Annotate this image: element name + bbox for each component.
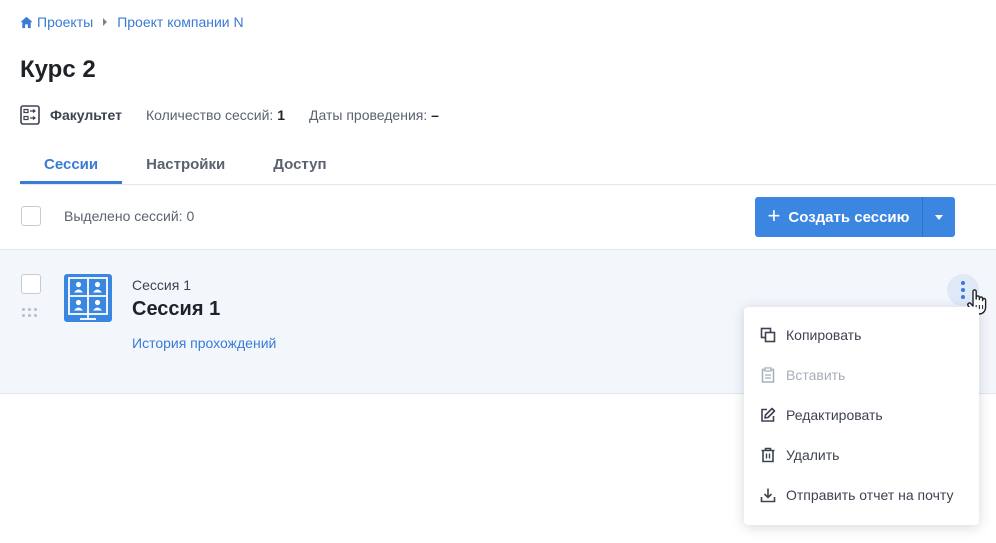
tabs: Сессии Настройки Доступ <box>20 150 996 185</box>
course-meta: Факультет Количество сессий: 1 Даты пров… <box>20 104 463 126</box>
session-thumbnail <box>64 274 112 322</box>
sessions-count-label: Количество сессий: <box>145 107 274 123</box>
event-dates-label: Даты проведения: <box>309 107 428 123</box>
create-session-label: Создать сессию <box>788 208 910 226</box>
sessions-count-value: 1 <box>277 107 286 123</box>
download-icon <box>760 488 776 503</box>
paste-icon <box>761 367 775 383</box>
context-menu: Копировать Вставить Редактировать Удалит… <box>744 307 979 525</box>
select-all-checkbox[interactable] <box>21 206 41 226</box>
breadcrumb-projects-label: Проекты <box>37 14 94 30</box>
session-name[interactable]: Сессия 1 <box>132 298 220 321</box>
session-subtitle: Сессия 1 <box>132 277 191 293</box>
faculty-info: Факультет <box>20 105 122 125</box>
create-session-button-group: + Создать сессию <box>755 197 955 237</box>
drag-handle-icon[interactable] <box>22 308 37 317</box>
menu-item-send-report-label: Отправить отчет на почту <box>786 487 954 503</box>
tab-settings[interactable]: Настройки <box>122 150 249 184</box>
breadcrumb-projects[interactable]: Проекты <box>20 14 93 30</box>
event-dates-value: – <box>431 107 439 123</box>
menu-item-delete[interactable]: Удалить <box>744 435 979 475</box>
menu-item-edit-label: Редактировать <box>786 407 883 423</box>
event-dates: Даты проведения: – <box>309 107 439 123</box>
breadcrumb: Проекты Проект компании N <box>20 14 244 30</box>
menu-item-copy-label: Копировать <box>786 327 862 343</box>
tab-sessions[interactable]: Сессии <box>20 150 123 184</box>
menu-item-paste[interactable]: Вставить <box>744 355 979 395</box>
session-checkbox[interactable] <box>21 274 41 294</box>
sessions-toolbar: Выделено сессий: 0 + Создать сессию <box>0 185 996 250</box>
sessions-count: Количество сессий: 1 <box>146 107 285 123</box>
faculty-icon <box>20 105 40 125</box>
edit-icon <box>761 407 776 422</box>
menu-item-delete-label: Удалить <box>786 447 840 463</box>
video-conference-icon <box>68 277 108 320</box>
menu-item-paste-label: Вставить <box>786 367 846 383</box>
chevron-right-icon <box>103 18 108 26</box>
plus-icon: + <box>767 203 781 228</box>
caret-down-icon <box>935 214 943 220</box>
tab-access[interactable]: Доступ <box>249 150 350 184</box>
create-session-button[interactable]: + Создать сессию <box>755 197 922 237</box>
menu-item-copy[interactable]: Копировать <box>744 315 979 355</box>
faculty-label: Факультет <box>50 107 122 123</box>
menu-item-edit[interactable]: Редактировать <box>744 395 979 435</box>
history-link[interactable]: История прохождений <box>132 335 276 351</box>
copy-icon <box>760 327 776 343</box>
more-vertical-icon <box>961 281 965 285</box>
page-title: Курс 2 <box>20 56 96 83</box>
create-session-dropdown[interactable] <box>922 197 955 237</box>
trash-icon <box>761 447 775 463</box>
menu-item-send-report[interactable]: Отправить отчет на почту <box>744 475 979 515</box>
home-icon <box>20 16 33 28</box>
breadcrumb-project[interactable]: Проект компании N <box>117 14 243 30</box>
selected-count: Выделено сессий: 0 <box>64 208 195 224</box>
